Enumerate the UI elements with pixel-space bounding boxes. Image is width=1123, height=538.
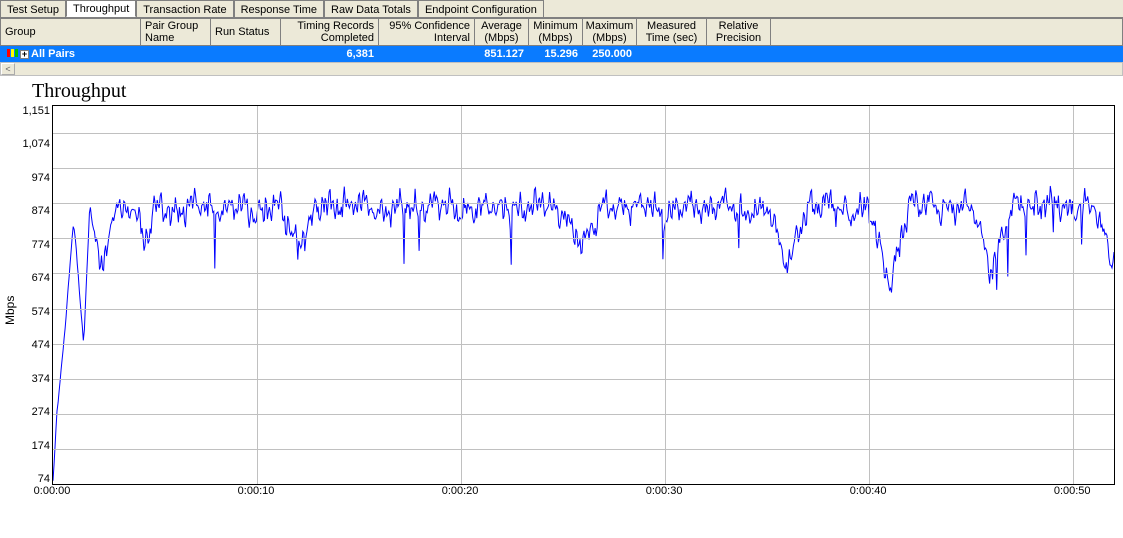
horizontal-scrollbar[interactable]: < — [0, 62, 1123, 76]
x-tick: 0:00:50 — [1054, 485, 1091, 497]
tab-response-time[interactable]: Response Time — [234, 0, 324, 17]
tab-throughput[interactable]: Throughput — [66, 0, 136, 17]
col-timing-records[interactable]: Timing RecordsCompleted — [281, 19, 379, 45]
y-tick: 674 — [32, 272, 50, 284]
tab-endpoint-configuration[interactable]: Endpoint Configuration — [418, 0, 544, 17]
y-tick: 74 — [38, 473, 50, 485]
y-tick: 174 — [32, 440, 50, 452]
chart-area: Throughput Mbps 1,151 1,074 974 874 774 674 57… — [0, 76, 1123, 515]
group-icon — [6, 47, 18, 62]
y-tick: 774 — [32, 239, 50, 251]
col-relative-precision[interactable]: RelativePrecision — [707, 19, 771, 45]
col-measured-time[interactable]: MeasuredTime (sec) — [637, 19, 707, 45]
y-tick: 574 — [32, 306, 50, 318]
col-conf-interval[interactable]: 95% ConfidenceInterval — [379, 19, 475, 45]
scroll-left-icon[interactable]: < — [1, 63, 15, 75]
y-axis-label: Mbps — [2, 105, 18, 515]
x-tick: 0:00:40 — [850, 485, 887, 497]
y-tick: 874 — [32, 205, 50, 217]
chart-title: Throughput — [32, 80, 1115, 103]
group-label: All Pairs — [31, 48, 75, 60]
y-tick: 1,074 — [22, 138, 50, 150]
col-group[interactable]: Group — [1, 19, 141, 45]
table-header: Group Pair GroupName Run Status Timing R… — [0, 18, 1123, 46]
y-tick: 1,151 — [22, 105, 50, 117]
cell-minimum: 15.296 — [528, 48, 582, 60]
x-axis-ticks: 0:00:000:00:100:00:200:00:300:00:400:00:… — [52, 485, 1115, 499]
col-run-status[interactable]: Run Status — [211, 19, 281, 45]
y-tick: 974 — [32, 172, 50, 184]
y-tick: 374 — [32, 373, 50, 385]
cell-maximum: 250.000 — [582, 48, 636, 60]
tab-raw-data-totals[interactable]: Raw Data Totals — [324, 0, 418, 17]
tab-test-setup[interactable]: Test Setup — [0, 0, 66, 17]
tab-transaction-rate[interactable]: Transaction Rate — [136, 0, 233, 17]
chart-plot — [52, 105, 1115, 485]
chart-series-line — [53, 186, 1114, 481]
col-average[interactable]: Average(Mbps) — [475, 19, 529, 45]
x-tick: 0:00:20 — [442, 485, 479, 497]
col-maximum[interactable]: Maximum(Mbps) — [583, 19, 637, 45]
expand-icon[interactable]: + — [20, 50, 29, 59]
cell-average: 851.127 — [474, 48, 528, 60]
x-tick: 0:00:30 — [646, 485, 683, 497]
y-tick: 274 — [32, 406, 50, 418]
x-tick: 0:00:10 — [238, 485, 275, 497]
cell-timing-records: 6,381 — [280, 48, 378, 60]
y-axis-ticks: 1,151 1,074 974 874 774 674 574 474 374 274 174 74 — [18, 105, 52, 485]
tab-bar: Test Setup Throughput Transaction Rate R… — [0, 0, 1123, 18]
col-minimum[interactable]: Minimum(Mbps) — [529, 19, 583, 45]
y-tick: 474 — [32, 339, 50, 351]
table-row[interactable]: + All Pairs 6,381 851.127 15.296 250.000 — [0, 46, 1123, 62]
x-tick: 0:00:00 — [34, 485, 71, 497]
col-pair-group-name[interactable]: Pair GroupName — [141, 19, 211, 45]
